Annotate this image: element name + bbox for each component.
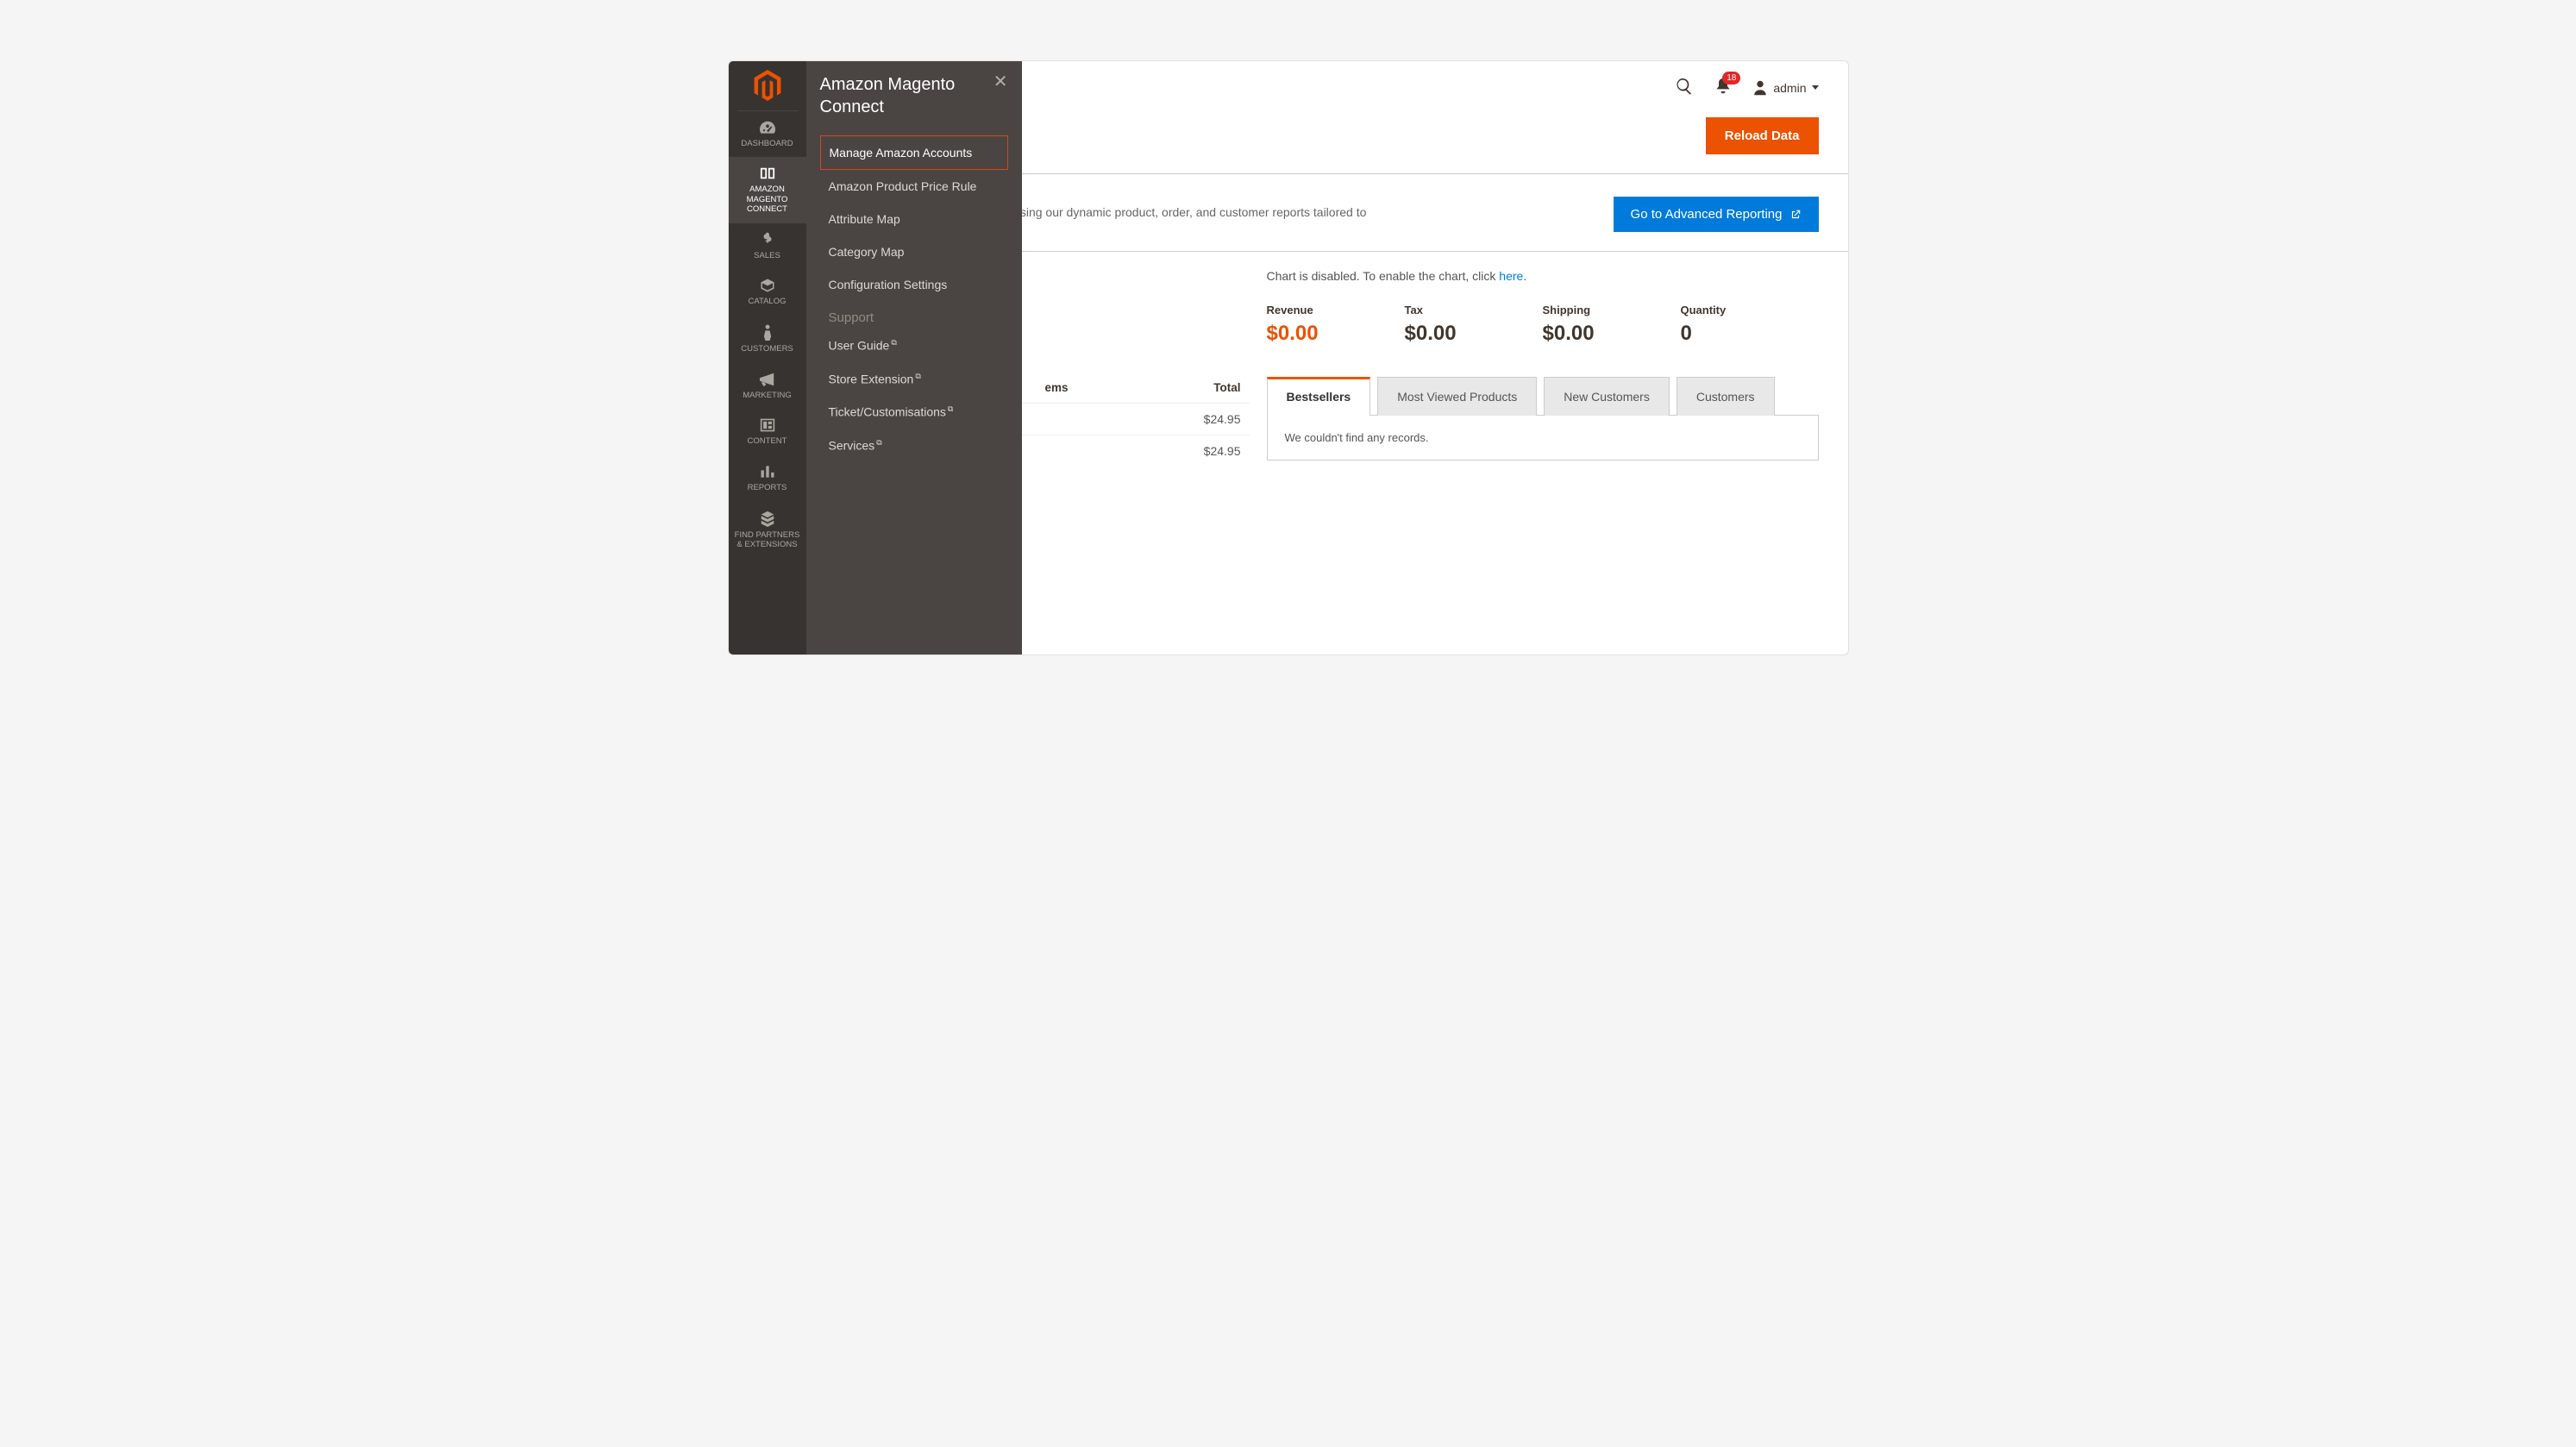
nav-dashboard[interactable]: DASHBOARD <box>729 111 806 157</box>
go-to-advanced-reporting-button[interactable]: Go to Advanced Reporting <box>1614 197 1819 232</box>
tab-content: We couldn't find any records. <box>1267 415 1819 460</box>
stat-value: 0 <box>1681 322 1767 346</box>
stat-label: Quantity <box>1681 304 1767 316</box>
nav-sales[interactable]: SALES <box>729 223 806 269</box>
stats-row: Revenue $0.00 Tax $0.00 Shipping $0.00 Q… <box>1267 304 1819 346</box>
nav-marketing[interactable]: MARKETING <box>729 363 806 409</box>
nav-label: FIND PARTNERS & EXTENSIONS <box>735 530 800 549</box>
nav-label: CATALOG <box>749 297 787 306</box>
stat-tax: Tax $0.00 <box>1405 304 1491 346</box>
nav-content[interactable]: CONTENT <box>729 409 806 454</box>
tab-most-viewed-products[interactable]: Most Viewed Products <box>1377 377 1537 416</box>
tab-new-customers[interactable]: New Customers <box>1544 377 1670 416</box>
stat-shipping: Shipping $0.00 <box>1543 304 1629 346</box>
stat-revenue: Revenue $0.00 <box>1267 304 1353 346</box>
flyout-configuration-settings[interactable]: Configuration Settings <box>820 268 1008 301</box>
flyout-support-header: Support <box>820 301 1008 329</box>
external-link-icon: ⧉ <box>876 438 881 447</box>
admin-account-menu[interactable]: admin <box>1752 79 1818 97</box>
flyout-ticket-customisations[interactable]: Ticket/Customisations⧉ <box>820 395 1008 429</box>
flyout-store-extension[interactable]: Store Extension⧉ <box>820 362 1008 396</box>
nav-catalog[interactable]: CATALOG <box>729 269 806 315</box>
tab-bestsellers[interactable]: Bestsellers <box>1267 377 1371 416</box>
stat-value: $0.00 <box>1405 322 1491 346</box>
order-total: $24.95 <box>1094 444 1250 458</box>
stat-quantity: Quantity 0 <box>1681 304 1767 346</box>
enable-chart-link[interactable]: here <box>1499 269 1523 283</box>
tab-customers[interactable]: Customers <box>1677 377 1775 416</box>
flyout-amazon-product-price-rule[interactable]: Amazon Product Price Rule <box>820 170 1008 203</box>
nav-label: CUSTOMERS <box>741 344 793 354</box>
flyout-user-guide[interactable]: User Guide⧉ <box>820 329 1008 362</box>
admin-sidebar: DASHBOARD AMAZON MAGENTO CONNECT SALES C… <box>729 61 806 655</box>
external-link-icon: ⧉ <box>915 372 920 380</box>
nav-label: CONTENT <box>748 436 787 446</box>
flyout-panel: Amazon Magento Connect ✕ Manage Amazon A… <box>806 61 1022 655</box>
external-link-icon: ⧉ <box>891 338 896 347</box>
nav-customers[interactable]: CUSTOMERS <box>729 315 806 362</box>
flyout-attribute-map[interactable]: Attribute Map <box>820 203 1008 235</box>
chart-disabled-note: Chart is disabled. To enable the chart, … <box>1267 269 1819 283</box>
flyout-category-map[interactable]: Category Map <box>820 235 1008 268</box>
nav-amazon-magento-connect[interactable]: AMAZON MAGENTO CONNECT <box>729 157 806 222</box>
nav-label: SALES <box>754 251 780 260</box>
stat-label: Tax <box>1405 304 1491 316</box>
empty-records-text: We couldn't find any records. <box>1285 431 1801 444</box>
nav-label: AMAZON MAGENTO CONNECT <box>747 185 788 214</box>
external-link-icon <box>1789 209 1802 221</box>
user-icon <box>1752 79 1768 97</box>
flyout-services[interactable]: Services⧉ <box>820 429 1008 462</box>
reload-data-button[interactable]: Reload Data <box>1706 117 1819 154</box>
search-icon[interactable] <box>1675 77 1694 98</box>
nav-label: DASHBOARD <box>741 139 793 148</box>
nav-label: REPORTS <box>748 483 787 492</box>
notifications-icon[interactable]: 18 <box>1714 77 1732 98</box>
app-window: DASHBOARD AMAZON MAGENTO CONNECT SALES C… <box>728 60 1849 655</box>
stat-value: $0.00 <box>1267 322 1353 346</box>
admin-username: admin <box>1773 81 1806 95</box>
stat-value: $0.00 <box>1543 322 1629 346</box>
flyout-manage-amazon-accounts[interactable]: Manage Amazon Accounts <box>820 135 1008 170</box>
column-header-total: Total <box>1094 381 1250 394</box>
stat-label: Shipping <box>1543 304 1629 316</box>
chevron-down-icon <box>1812 85 1819 90</box>
magento-logo[interactable] <box>737 61 798 111</box>
flyout-title: Amazon Magento Connect <box>820 73 993 118</box>
close-icon[interactable]: ✕ <box>993 73 1008 91</box>
order-total: $24.95 <box>1094 412 1250 426</box>
stat-label: Revenue <box>1267 304 1353 316</box>
notification-badge: 18 <box>1722 72 1740 85</box>
external-link-icon: ⧉ <box>948 404 953 413</box>
dashboard-tabs: Bestsellers Most Viewed Products New Cus… <box>1267 377 1819 416</box>
nav-reports[interactable]: REPORTS <box>729 455 806 501</box>
nav-find-partners[interactable]: FIND PARTNERS & EXTENSIONS <box>729 501 806 559</box>
nav-label: MARKETING <box>743 391 791 400</box>
